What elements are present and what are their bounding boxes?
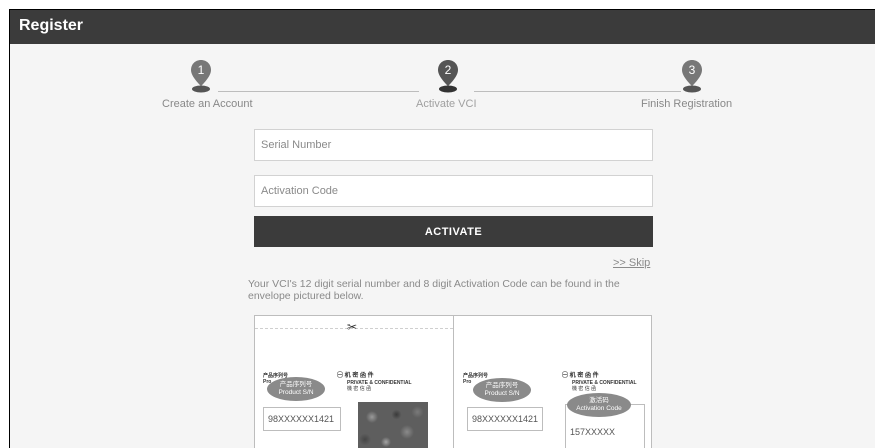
activation-code-input[interactable] — [254, 175, 653, 207]
right-bubble-en: Product S/N — [484, 390, 520, 397]
step-2-label: Activate VCI — [416, 98, 477, 110]
right-sn-label-en: Pro — [463, 379, 472, 385]
step-1-number: 1 — [198, 63, 205, 77]
serial-hint-text: Your VCI's 12 digit serial number and 8 … — [248, 278, 620, 302]
activation-code-bubble: 激活码 Activation Code — [567, 393, 631, 417]
left-bubble-cn: 产品序列号 — [279, 381, 313, 388]
page-title: Register — [19, 17, 84, 34]
left-seal-cn2: 機 密 信 函 — [347, 386, 372, 392]
activation-code-value: 157XXXXX — [570, 427, 616, 437]
right-bubble-cn: 产品序列号 — [485, 382, 519, 389]
left-bubble-en: Product S/N — [278, 389, 314, 396]
left-seal-cn: ㊀ 机 密 函 件 — [337, 373, 374, 379]
activate-button[interactable]: ACTIVATE — [254, 216, 653, 247]
step-2-marker-icon: 2 — [437, 59, 459, 93]
right-product-sn-bubble: 产品序列号 Product S/N — [473, 378, 531, 402]
code-bubble-en: Activation Code — [576, 405, 622, 412]
register-window: Register 1 2 3 Create an Account Activat… — [9, 9, 875, 448]
code-bubble-cn: 激活码 — [589, 397, 609, 404]
scissors-icon: ✂ — [347, 320, 358, 334]
right-seal-cn2: 機 密 信 函 — [572, 386, 597, 392]
step-connector — [474, 91, 681, 92]
title-bar: Register — [10, 10, 875, 44]
skip-link[interactable]: >> Skip — [613, 257, 650, 269]
step-connector — [218, 91, 419, 92]
step-3-marker-icon: 3 — [681, 59, 703, 93]
step-1-marker-icon: 1 — [190, 59, 212, 93]
left-product-sn-bubble: 产品序列号 Product S/N — [267, 377, 325, 401]
step-1-label: Create an Account — [162, 98, 253, 110]
envelope-illustration: ✂ 产品序列号 Pro 产品序列号 Product S/N ㊀ 机 密 函 件 … — [254, 315, 652, 448]
step-2-number: 2 — [445, 63, 452, 77]
right-serial-box: 98XXXXXX1421 — [467, 407, 543, 431]
serial-number-input[interactable] — [254, 129, 653, 161]
left-serial-box: 98XXXXXX1421 — [263, 407, 341, 431]
step-3-number: 3 — [689, 63, 696, 77]
scratch-area — [358, 402, 428, 448]
right-seal-cn: ㊀ 机 密 函 件 — [562, 373, 599, 379]
envelope-divider — [453, 316, 454, 448]
step-3-label: Finish Registration — [641, 98, 733, 110]
